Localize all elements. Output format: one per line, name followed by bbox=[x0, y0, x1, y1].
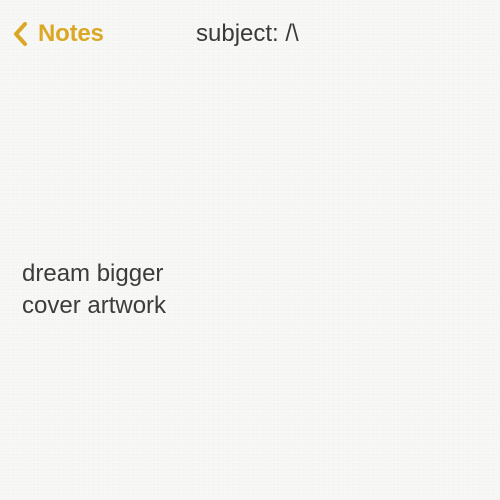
nav-bar: Notes subject: /\ bbox=[0, 0, 500, 66]
note-line: cover artwork bbox=[22, 292, 167, 319]
back-button-label: Notes bbox=[38, 20, 104, 47]
note-body[interactable]: dream bigger cover artwork bbox=[22, 258, 462, 322]
back-to-notes-button[interactable]: Notes bbox=[12, 17, 104, 51]
note-title: subject: /\ bbox=[196, 20, 299, 47]
note-line: dream bigger bbox=[22, 260, 164, 287]
chevron-left-icon bbox=[12, 21, 28, 47]
